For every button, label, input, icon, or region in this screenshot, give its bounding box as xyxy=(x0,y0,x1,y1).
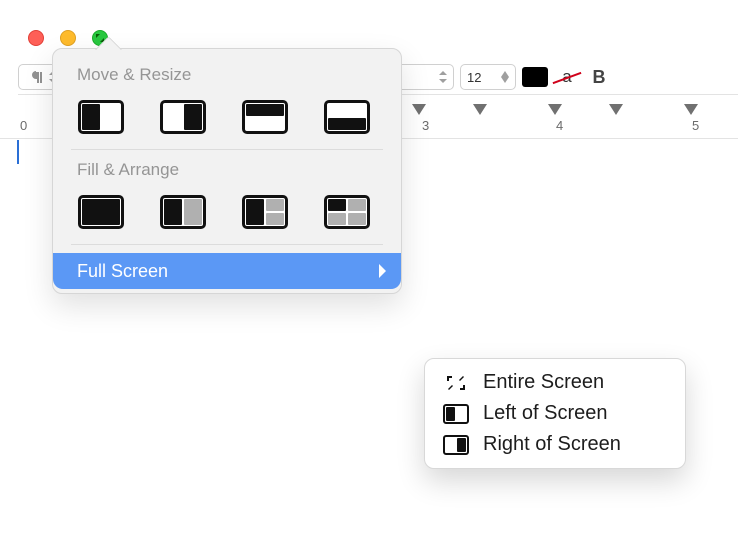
tab-stop-marker[interactable] xyxy=(609,104,623,115)
tile-right-half-button[interactable] xyxy=(159,99,207,135)
ruler-number: 5 xyxy=(692,118,699,133)
ruler-number: 3 xyxy=(422,118,429,133)
tab-stop-marker[interactable] xyxy=(473,104,487,115)
bold-button[interactable]: B xyxy=(586,64,612,90)
full-screen-submenu: Entire Screen Left of Screen Right of Sc… xyxy=(424,358,686,469)
bold-glyph: B xyxy=(593,67,606,88)
text-color-swatch[interactable] xyxy=(522,64,548,90)
submenu-label: Entire Screen xyxy=(483,371,604,394)
ruler-number: 0 xyxy=(20,118,27,133)
submenu-item-entire-screen[interactable]: Entire Screen xyxy=(425,367,685,398)
window-tile-popover: Move & Resize Fill & Arrange xyxy=(52,48,402,294)
tile-bottom-half-button[interactable] xyxy=(323,99,371,135)
tile-arrange-quarters-button[interactable] xyxy=(323,194,371,230)
close-window-button[interactable] xyxy=(28,30,44,46)
submenu-label: Right of Screen xyxy=(483,433,621,456)
strikethrough-button[interactable]: a xyxy=(554,64,580,90)
color-swatch-black xyxy=(522,67,548,87)
tab-stop-marker[interactable] xyxy=(412,104,426,115)
font-size-value: 12 xyxy=(467,70,481,85)
entire-screen-icon xyxy=(443,373,469,393)
tile-right-half-icon xyxy=(443,435,469,455)
tile-left-half-icon xyxy=(443,404,469,424)
tile-arrange-left-stack-button[interactable] xyxy=(241,194,289,230)
full-screen-menu-item[interactable]: Full Screen xyxy=(53,253,401,289)
text-cursor xyxy=(17,140,19,164)
tile-fill-button[interactable] xyxy=(77,194,125,230)
section-title-move-resize: Move & Resize xyxy=(53,63,401,89)
tab-stop-marker[interactable] xyxy=(684,104,698,115)
submenu-item-right-of-screen[interactable]: Right of Screen xyxy=(425,429,685,460)
strikethrough-glyph: a xyxy=(562,67,571,87)
submenu-item-left-of-screen[interactable]: Left of Screen xyxy=(425,398,685,429)
font-size-stepper-arrows[interactable] xyxy=(501,71,509,83)
submenu-label: Left of Screen xyxy=(483,402,608,425)
chevron-right-icon xyxy=(377,263,387,279)
minimize-window-button[interactable] xyxy=(60,30,76,46)
section-title-fill-arrange: Fill & Arrange xyxy=(53,150,401,184)
font-size-stepper[interactable]: 12 xyxy=(460,64,516,90)
tab-stop-marker[interactable] xyxy=(548,104,562,115)
ruler-number: 4 xyxy=(556,118,563,133)
tile-left-half-button[interactable] xyxy=(77,99,125,135)
tile-arrange-left-button[interactable] xyxy=(159,194,207,230)
full-screen-label: Full Screen xyxy=(77,261,168,282)
tile-top-half-button[interactable] xyxy=(241,99,289,135)
